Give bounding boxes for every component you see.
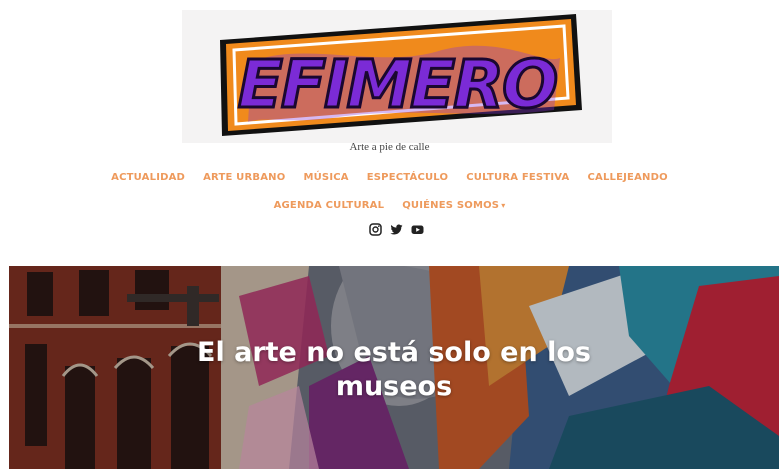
nav-row-primary: ACTUALIDAD ARTE URBANO MÚSICA ESPECTÁCUL…: [0, 172, 779, 183]
youtube-icon[interactable]: [411, 223, 424, 236]
nav-item-arte-urbano[interactable]: ARTE URBANO: [203, 172, 285, 183]
nav-item-actualidad[interactable]: ACTUALIDAD: [111, 172, 185, 183]
nav-item-quienes-somos[interactable]: QUIÉNES SOMOS ▾: [402, 200, 505, 211]
nav-item-musica[interactable]: MÚSICA: [303, 172, 348, 183]
nav-item-agenda-cultural[interactable]: AGENDA CULTURAL: [274, 200, 385, 211]
nav-item-espectaculo[interactable]: ESPECTÁCULO: [367, 172, 449, 183]
nav-item-cultura-festiva[interactable]: CULTURA FESTIVA: [466, 172, 569, 183]
nav-item-callejeando[interactable]: CALLEJEANDO: [587, 172, 667, 183]
nav-row-secondary: AGENDA CULTURAL QUIÉNES SOMOS ▾: [0, 200, 779, 211]
hero-title-line-1: El arte no está solo en los: [197, 337, 591, 368]
twitter-icon[interactable]: [390, 223, 403, 236]
site-tagline: Arte a pie de calle: [349, 141, 430, 153]
site-logo[interactable]: EFIMERO: [182, 10, 612, 143]
social-links: [369, 223, 424, 236]
hero-title: El arte no está solo en los museos: [9, 336, 779, 404]
chevron-down-icon: ▾: [501, 201, 506, 210]
logo-graphic: EFIMERO: [220, 14, 582, 136]
logo-text: EFIMERO: [238, 46, 556, 123]
nav-item-quienes-somos-label: QUIÉNES SOMOS: [402, 200, 500, 211]
instagram-icon[interactable]: [369, 223, 382, 236]
hero-title-line-2: museos: [335, 371, 453, 402]
hero-banner[interactable]: El arte no está solo en los museos: [9, 266, 779, 469]
